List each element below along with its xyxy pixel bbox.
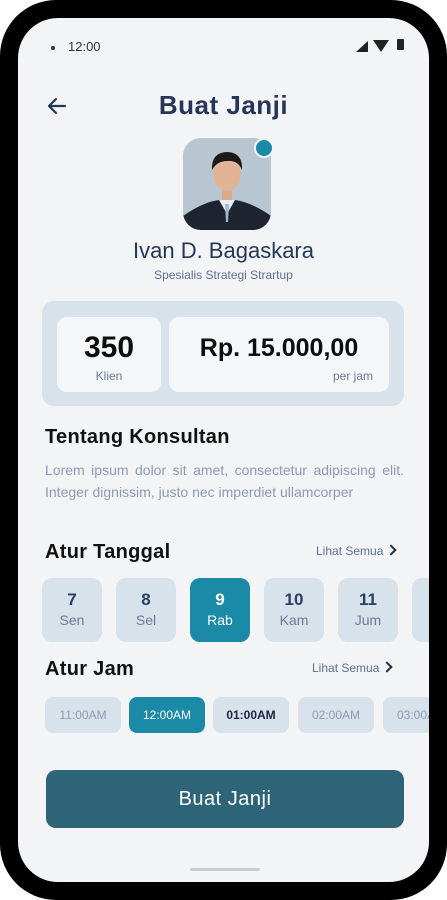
signal-icon xyxy=(356,41,368,52)
date-option[interactable]: 10 Kam xyxy=(264,578,324,642)
wifi-icon xyxy=(373,40,389,52)
time-see-all-label: Lihat Semua xyxy=(312,661,380,675)
date-section-title: Atur Tanggal xyxy=(45,541,171,563)
consultant-name: Ivan D. Bagaskara xyxy=(133,238,314,263)
time-picker: 11:00AM 12:00AM 01:00AM 02:00AM 03:00AM xyxy=(45,697,429,733)
chevron-right-icon xyxy=(385,544,398,556)
about-title: Tentang Konsultan xyxy=(45,426,230,448)
date-option-partial[interactable] xyxy=(412,578,429,642)
app-screen: 12:00 Buat Janji Ivan D. Bagaskara Spesi… xyxy=(18,18,429,882)
price-unit-label: per jam xyxy=(332,369,373,383)
phone-frame: 12:00 Buat Janji Ivan D. Bagaskara Spesi… xyxy=(0,0,447,900)
date-option[interactable]: 8 Sel xyxy=(116,578,176,642)
date-weekday: Kam xyxy=(279,612,309,628)
status-time: 12:00 xyxy=(68,39,101,54)
time-section-title: Atur Jam xyxy=(45,658,135,680)
price-value: Rp. 15.000,00 xyxy=(199,334,359,362)
page-title: Buat Janji xyxy=(158,90,289,120)
online-status-icon xyxy=(254,138,274,158)
book-appointment-button[interactable]: Buat Janji xyxy=(46,770,404,828)
date-weekday: Sen xyxy=(59,612,85,628)
date-weekday: Sel xyxy=(135,612,157,628)
date-weekday: Rab xyxy=(207,612,233,628)
stats-panel: 350 Klien Rp. 15.000,00 per jam xyxy=(42,301,404,406)
status-bar: 12:00 xyxy=(18,36,429,60)
clients-stat-card: 350 Klien xyxy=(57,317,161,392)
date-day: 9 xyxy=(215,590,225,609)
date-option-selected[interactable]: 9 Rab xyxy=(190,578,250,642)
home-indicator[interactable] xyxy=(190,868,260,871)
date-option[interactable]: 7 Sen xyxy=(42,578,102,642)
date-day: 11 xyxy=(359,590,377,609)
price-stat-card: Rp. 15.000,00 per jam xyxy=(169,317,389,392)
battery-icon xyxy=(397,39,404,50)
time-slot-selected[interactable]: 12:00AM xyxy=(129,697,205,733)
date-option[interactable]: 11 Jum xyxy=(338,578,398,642)
time-slot[interactable]: 03:00AM xyxy=(383,697,429,733)
notification-dot-icon xyxy=(51,46,55,50)
consultant-role: Spesialis Strategi Strartup xyxy=(154,268,293,282)
clients-count: 350 xyxy=(83,331,135,364)
date-see-all-link[interactable]: Lihat Semua xyxy=(316,544,398,558)
time-slot[interactable]: 01:00AM xyxy=(213,697,289,733)
date-day: 10 xyxy=(284,590,304,609)
time-see-all-link[interactable]: Lihat Semua xyxy=(312,661,394,675)
time-slot[interactable]: 11:00AM xyxy=(45,697,121,733)
date-weekday: Jum xyxy=(354,612,382,628)
about-text: Lorem ipsum dolor sit amet, consectetur … xyxy=(45,462,404,500)
chevron-right-icon xyxy=(381,661,394,673)
date-day: 7 xyxy=(67,590,77,609)
date-see-all-label: Lihat Semua xyxy=(316,544,384,558)
time-slot[interactable]: 02:00AM xyxy=(298,697,374,733)
date-picker: 7 Sen 8 Sel 9 Rab 10 Kam 11 Jum xyxy=(42,578,429,642)
clients-label: Klien xyxy=(95,369,123,383)
date-day: 8 xyxy=(141,590,151,609)
